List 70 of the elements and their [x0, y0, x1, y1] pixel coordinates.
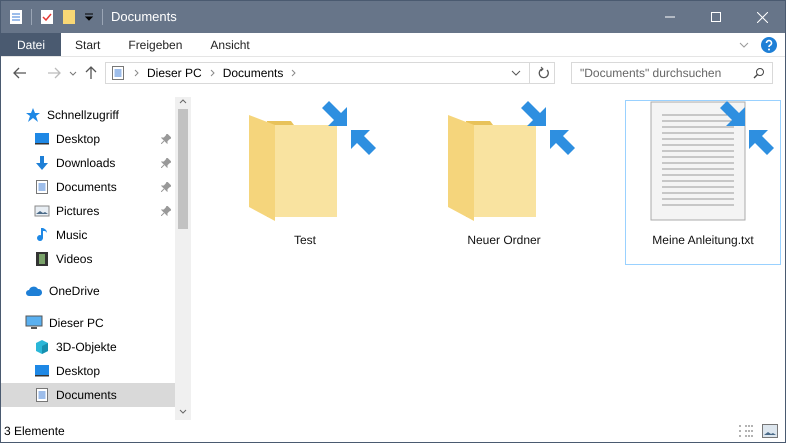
document-icon[interactable] — [9, 9, 23, 25]
search-icon — [753, 67, 765, 79]
file-item[interactable]: Meine Anleitung.txt — [625, 100, 781, 265]
sidebar-item[interactable]: Downloads — [1, 151, 175, 175]
scrollbar-thumb[interactable] — [178, 109, 188, 229]
sidebar-item[interactable]: Desktop — [1, 127, 175, 151]
film-icon — [34, 251, 50, 267]
file-name: Neuer Ordner — [467, 232, 541, 249]
close-icon — [756, 12, 768, 22]
monitor-icon — [34, 363, 50, 379]
down-arrow-icon — [34, 155, 50, 171]
file-item[interactable]: Test — [227, 100, 383, 265]
ribbon-tab[interactable]: Datei — [1, 33, 62, 56]
details-view-icon[interactable] — [738, 424, 754, 438]
sidebar-item[interactable]: Documents — [1, 383, 175, 407]
sidebar-item[interactable]: Videos — [1, 247, 175, 271]
music-note-icon — [34, 227, 50, 243]
text-document-icon — [650, 101, 746, 221]
monitor-icon — [34, 131, 50, 147]
pin-icon[interactable] — [161, 134, 171, 144]
document-icon — [110, 65, 126, 81]
pin-icon[interactable] — [161, 182, 171, 192]
file-name: Test — [294, 232, 316, 249]
breadcrumb-item[interactable]: Dieser PC — [147, 64, 202, 82]
chevron-right-icon — [134, 69, 139, 77]
chevron-down-icon[interactable] — [69, 69, 77, 77]
sidebar-item[interactable]: 3D-Objekte — [1, 335, 175, 359]
sidebar-item[interactable]: Pictures — [1, 199, 175, 223]
ribbon-tab[interactable]: Ansicht — [196, 33, 264, 56]
star-icon — [25, 107, 41, 123]
chevron-right-icon — [210, 69, 215, 77]
scroll-up-icon[interactable] — [179, 97, 187, 105]
sync-arrows-icon — [519, 99, 577, 157]
status-text: 3 Elemente — [4, 423, 65, 440]
sidebar-item[interactable]: Dieser PC — [1, 311, 175, 335]
pin-icon[interactable] — [161, 158, 171, 168]
breadcrumb-item[interactable]: Documents — [222, 64, 284, 82]
scrollbar[interactable] — [175, 97, 191, 420]
help-icon[interactable] — [761, 36, 777, 52]
sync-arrows-icon — [320, 99, 378, 157]
address-field[interactable]: Dieser PC Documents — [105, 62, 555, 84]
search-field[interactable]: "Documents" durchsuchen — [571, 62, 773, 84]
ribbon-tab[interactable]: Start — [61, 33, 114, 56]
sidebar-item[interactable]: Documents — [1, 175, 175, 199]
sidebar-item[interactable]: OneDrive — [1, 279, 175, 303]
sidebar-item[interactable]: Schnellzugriff — [1, 103, 175, 127]
computer-icon — [25, 315, 43, 331]
document-icon — [34, 387, 50, 403]
scroll-down-icon[interactable] — [179, 408, 187, 416]
up-arrow-icon[interactable] — [85, 66, 97, 80]
ribbon-tab[interactable]: Freigeben — [114, 33, 196, 56]
maximize-icon — [711, 12, 721, 22]
back-arrow-icon[interactable] — [13, 67, 27, 79]
cube-icon — [34, 339, 50, 355]
checklist-icon[interactable] — [40, 9, 54, 25]
sidebar-item[interactable]: Music — [1, 223, 175, 247]
chevron-down-icon[interactable] — [511, 68, 521, 78]
sync-arrows-icon — [718, 99, 776, 157]
folder-icon[interactable] — [62, 9, 76, 25]
dropdown-icon[interactable] — [84, 12, 94, 22]
picture-icon — [34, 203, 50, 219]
window-title: Documents — [111, 8, 177, 26]
file-item[interactable]: Neuer Ordner — [426, 100, 582, 265]
file-name: Meine Anleitung.txt — [652, 232, 754, 249]
chevron-right-icon — [291, 69, 296, 77]
pin-icon[interactable] — [161, 206, 171, 216]
document-icon — [34, 179, 50, 195]
sidebar-item[interactable]: Desktop — [1, 359, 175, 383]
large-icons-view-icon[interactable] — [762, 424, 778, 438]
refresh-icon[interactable] — [538, 66, 550, 80]
